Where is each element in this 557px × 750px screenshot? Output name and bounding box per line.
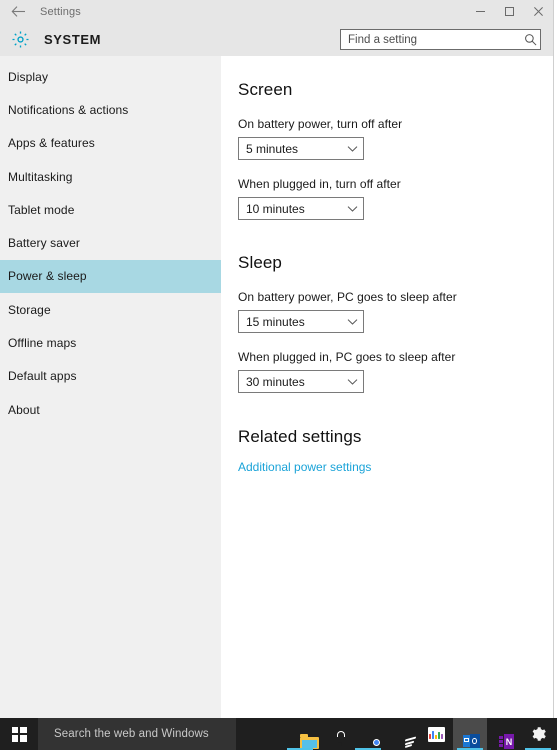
chevron-down-icon [341, 145, 363, 153]
settings-content: Screen On battery power, turn off after … [221, 56, 553, 718]
taskbar-app-tile[interactable] [419, 718, 453, 750]
windows-logo-icon [11, 726, 27, 742]
sidebar-item-default-apps[interactable]: Default apps [0, 360, 221, 393]
taskbar-app-file-explorer[interactable] [283, 718, 319, 750]
taskbar-app-outlook[interactable] [453, 718, 487, 750]
sidebar-item-tablet-mode[interactable]: Tablet mode [0, 193, 221, 226]
start-button[interactable] [0, 718, 38, 750]
screen-battery-label: On battery power, turn off after [238, 117, 403, 131]
sidebar-item-battery-saver[interactable]: Battery saver [0, 226, 221, 259]
gear-icon [8, 28, 32, 52]
sidebar-item-label: Power & sleep [8, 269, 87, 284]
taskbar-app-store[interactable] [317, 718, 351, 750]
taskbar-app-buttons: N [236, 718, 557, 750]
sidebar-item-label: About [8, 402, 40, 417]
sleep-battery-label: On battery power, PC goes to sleep after [238, 290, 457, 304]
section-heading-related-settings: Related settings [238, 427, 362, 446]
sleep-plugged-label: When plugged in, PC goes to sleep after [238, 350, 456, 364]
additional-power-settings-link[interactable]: Additional power settings [238, 460, 371, 474]
screen-plugged-value: 10 minutes [246, 201, 305, 216]
screen-plugged-dropdown[interactable]: 10 minutes [238, 197, 364, 220]
sleep-plugged-value: 30 minutes [246, 374, 305, 389]
sidebar-item-about[interactable]: About [0, 393, 221, 426]
close-button[interactable] [524, 0, 553, 23]
settings-body: Display Notifications & actions Apps & f… [0, 56, 553, 718]
chevron-down-icon [341, 205, 363, 213]
screen-battery-dropdown[interactable]: 5 minutes [238, 137, 364, 160]
taskbar-app-onenote[interactable]: N [487, 718, 521, 750]
settings-header: SYSTEM [0, 23, 553, 56]
sidebar-item-label: Apps & features [8, 136, 95, 151]
taskbar-app-todoist[interactable] [385, 718, 419, 750]
chevron-down-icon [341, 318, 363, 326]
sleep-battery-dropdown[interactable]: 15 minutes [238, 310, 364, 333]
sidebar-item-display[interactable]: Display [0, 60, 221, 93]
section-heading-screen: Screen [238, 80, 293, 99]
back-arrow-icon[interactable] [0, 0, 36, 23]
background-window-edge [553, 0, 557, 718]
sidebar-item-label: Offline maps [8, 336, 77, 351]
sleep-plugged-dropdown[interactable]: 30 minutes [238, 370, 364, 393]
sidebar-item-power-sleep[interactable]: Power & sleep [0, 259, 221, 294]
screen-root: Settings SYSTEM Find a setting Display N… [0, 0, 557, 750]
minimize-button[interactable] [466, 0, 495, 23]
window-titlebar: Settings [0, 0, 553, 23]
search-icon[interactable] [520, 33, 540, 46]
page-title: SYSTEM [44, 32, 102, 47]
taskbar: Search the web and Windows [0, 718, 557, 750]
sidebar-item-storage[interactable]: Storage [0, 293, 221, 326]
sidebar-item-notifications-actions[interactable]: Notifications & actions [0, 93, 221, 126]
taskbar-search-placeholder: Search the web and Windows [54, 728, 209, 740]
maximize-button[interactable] [495, 0, 524, 23]
sidebar-item-label: Notifications & actions [8, 102, 129, 117]
app-tile-icon [427, 726, 445, 742]
chevron-down-icon [341, 378, 363, 386]
sidebar-item-apps-features[interactable]: Apps & features [0, 127, 221, 160]
sidebar-item-label: Tablet mode [8, 202, 75, 217]
sidebar-item-multitasking[interactable]: Multitasking [0, 160, 221, 193]
sidebar-item-offline-maps[interactable]: Offline maps [0, 326, 221, 359]
window-title: Settings [40, 5, 81, 18]
screen-battery-value: 5 minutes [246, 141, 299, 156]
settings-window: Settings SYSTEM Find a setting Display N… [0, 0, 553, 718]
taskbar-app-chrome[interactable] [351, 718, 385, 750]
sidebar-item-label: Display [8, 69, 49, 84]
sidebar-item-label: Storage [8, 302, 51, 317]
window-controls [466, 0, 553, 23]
sidebar-nav: Display Notifications & actions Apps & f… [0, 56, 221, 718]
screen-plugged-label: When plugged in, turn off after [238, 177, 401, 191]
sidebar-item-label: Default apps [8, 369, 77, 384]
taskbar-app-settings[interactable] [521, 718, 555, 750]
section-heading-sleep: Sleep [238, 253, 282, 272]
gear-icon [529, 725, 547, 743]
search-input[interactable] [341, 30, 520, 49]
sidebar-item-label: Multitasking [8, 169, 73, 184]
taskbar-search-box[interactable]: Search the web and Windows [38, 718, 236, 750]
sleep-battery-value: 15 minutes [246, 314, 305, 329]
sidebar-item-label: Battery saver [8, 236, 80, 251]
search-box[interactable] [340, 29, 541, 50]
